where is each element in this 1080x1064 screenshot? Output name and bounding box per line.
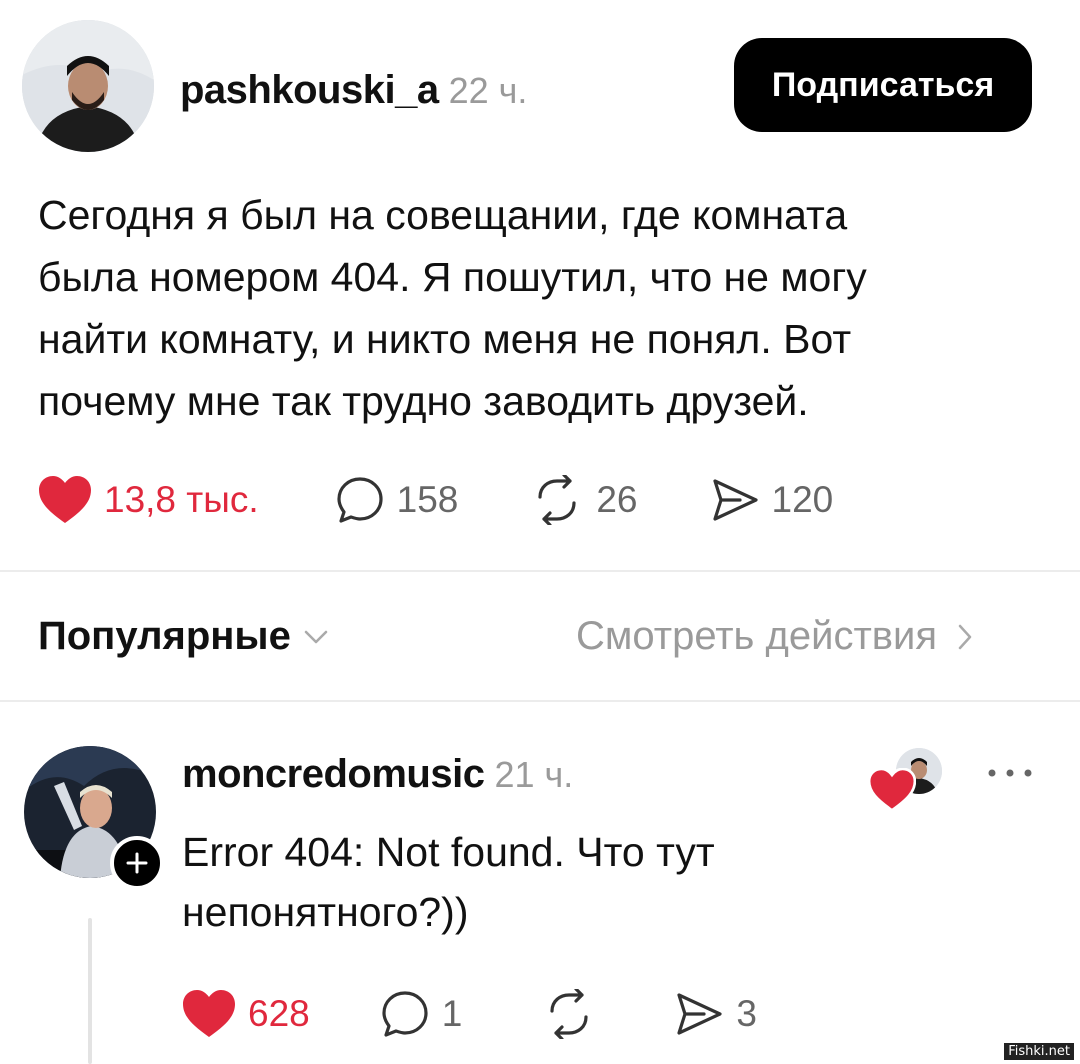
reply-comment-button[interactable]: 1 [380, 989, 463, 1039]
reply-text: Error 404: Not found. Что тут непонятног… [182, 829, 715, 935]
chevron-down-icon [304, 630, 328, 643]
watermark: Fishki.net [1004, 1043, 1074, 1060]
share-icon [712, 479, 758, 521]
thread-line [88, 918, 92, 1064]
heart-icon [39, 476, 91, 523]
reply-like-button[interactable]: 628 [182, 989, 310, 1039]
share-button[interactable]: 120 [710, 475, 834, 525]
more-icon [988, 769, 1032, 777]
comment-icon [337, 477, 383, 523]
divider [0, 700, 1080, 702]
post-username[interactable]: pashkouski_a [180, 68, 439, 113]
author-liked-heart [867, 767, 917, 817]
share-count: 120 [771, 479, 834, 520]
plus-icon [126, 852, 148, 874]
reply-time: 21 ч. [494, 754, 574, 795]
reply-actions: 628 1 3 [182, 986, 757, 1042]
post-time: 22 ч. [448, 70, 528, 111]
follow-button[interactable]: Подписаться [734, 38, 1032, 132]
reply-share-count: 3 [736, 993, 757, 1034]
like-button[interactable]: 13,8 тыс. [38, 475, 259, 525]
more-options-button[interactable] [986, 766, 1034, 785]
divider [0, 570, 1080, 572]
post-text: Сегодня я был на совещании, где комната … [38, 192, 867, 424]
chevron-right-icon [958, 624, 972, 649]
reply-like-count: 628 [248, 993, 310, 1034]
repost-count: 26 [596, 479, 638, 520]
repost-icon [550, 989, 588, 1039]
reply-comment-count: 1 [441, 993, 463, 1034]
heart-icon [867, 767, 917, 812]
view-activity-link[interactable]: Смотреть действия [576, 614, 975, 659]
heart-icon [183, 990, 235, 1037]
view-activity-label: Смотреть действия [576, 614, 938, 658]
repost-icon [538, 475, 576, 525]
comment-count: 158 [396, 479, 459, 520]
reply-share-button[interactable]: 3 [674, 989, 757, 1039]
post-actions: 13,8 тыс. 158 26 120 [38, 472, 833, 528]
reply-username[interactable]: moncredomusic [182, 752, 485, 797]
comment-icon [382, 991, 428, 1037]
follow-plus-button[interactable] [110, 836, 164, 890]
like-count: 13,8 тыс. [104, 479, 259, 520]
reply-author-line: moncredomusic 21 ч. [182, 752, 573, 797]
author-avatar[interactable] [22, 20, 154, 152]
author-avatar-image [22, 20, 154, 152]
repost-button[interactable]: 26 [530, 475, 638, 525]
share-icon [677, 993, 722, 1035]
post-author-line: pashkouski_a 22 ч. [180, 68, 527, 113]
reply-repost-button[interactable] [542, 989, 608, 1039]
comment-button[interactable]: 158 [335, 475, 459, 525]
sort-dropdown[interactable]: Популярные [38, 614, 329, 659]
sort-label: Популярные [38, 614, 291, 658]
